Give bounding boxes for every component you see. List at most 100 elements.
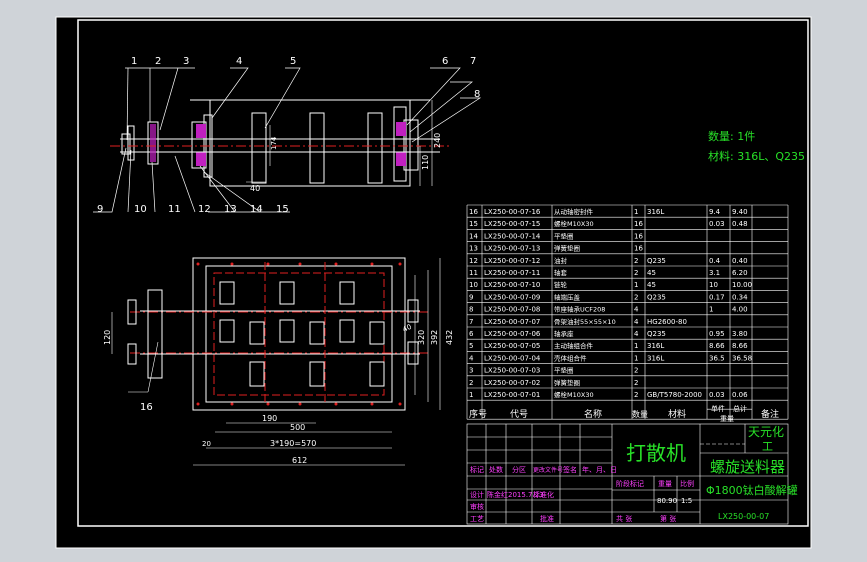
bom-cell-code: LX250-00-07-14	[484, 232, 541, 240]
bom-cell-w1: 36.5	[709, 354, 725, 362]
bom-cell-no: 16	[469, 208, 478, 216]
bom-cell-name: 轴端压盖	[554, 292, 581, 301]
bom-cell-code: LX250-00-07-03	[484, 367, 540, 375]
bom-cell-w2: 8.66	[732, 342, 748, 350]
dim-320: 320	[417, 330, 426, 345]
bom-cell-no: 4	[469, 354, 474, 362]
bom-cell-qty: 1	[634, 354, 638, 362]
dim-612: 612	[292, 456, 307, 465]
bom-cell-w2: 0.06	[732, 391, 748, 399]
leader-5: 5	[290, 56, 296, 67]
bom-cell-name: 骨架油封55×55×10	[554, 317, 616, 326]
bom-cell-no: 3	[469, 367, 473, 375]
bom-cell-qty: 1	[634, 281, 638, 289]
bom-cell-name: 壳体组合件	[554, 353, 587, 362]
leader-2: 2	[155, 56, 161, 67]
bom-cell-qty: 2	[634, 269, 638, 277]
assembly-name: Φ1800钛白酸解罐	[706, 483, 798, 497]
dim-392: 392	[430, 330, 439, 345]
material-note: 材料: 316L、Q235	[708, 149, 805, 163]
company-line2: 工	[762, 440, 773, 453]
bom-h-code: 代号	[510, 409, 528, 420]
drawing-number: LX250-00-07	[718, 512, 769, 521]
bom-cell-mat: 316L	[647, 208, 664, 216]
bom-cell-no: 8	[469, 306, 473, 314]
bom-cell-code: LX250-00-07-05	[484, 342, 540, 350]
bom-cell-name: 油封	[554, 256, 568, 265]
bom-cell-mat: Q235	[647, 293, 666, 301]
bom-cell-mat: Q235	[647, 257, 666, 265]
bom-h-wtotal: 总计	[733, 404, 747, 413]
tb-mark: 标记	[470, 465, 484, 474]
bom-cell-code: LX250-00-07-04	[484, 354, 541, 362]
bom-cell-code: LX250-00-07-06	[484, 330, 541, 338]
tb-stage: 阶段标记	[616, 479, 644, 488]
bom-cell-w2: 0.40	[732, 257, 748, 265]
leader-3: 3	[183, 56, 189, 67]
dim-500: 500	[290, 423, 305, 432]
bom-cell-w1: 10	[709, 281, 718, 289]
bom-cell-qty: 2	[634, 379, 638, 387]
bom-cell-name: 从动轴密封件	[554, 207, 594, 216]
bom-cell-name: 平垫圈	[554, 231, 574, 240]
bom-h-weight: 重量	[720, 415, 734, 423]
bom-cell-code: LX250-00-07-16	[484, 208, 541, 216]
bom-cell-mat: 45	[647, 281, 656, 289]
leader-12: 12	[198, 204, 211, 215]
bom-h-name: 名称	[584, 408, 602, 420]
bom-cell-no: 12	[469, 257, 478, 265]
dim-432: 432	[445, 330, 454, 345]
bom-cell-qty: 2	[634, 391, 638, 399]
bom-cell-w1: 0.03	[709, 391, 725, 399]
bom-cell-qty: 2	[634, 367, 638, 375]
bom-h-mat: 材料	[668, 408, 686, 420]
bom-cell-no: 2	[469, 379, 473, 387]
dim-110: 110	[421, 155, 430, 170]
bom-cell-no: 15	[469, 220, 478, 228]
bom-cell-name: 弹簧垫圈	[554, 378, 580, 387]
bom-cell-name: 带座轴承UCF208	[554, 305, 605, 314]
leader-16: 16	[140, 402, 153, 413]
part-name: 螺旋送料器	[710, 458, 785, 476]
bom-cell-w1: 9.4	[709, 208, 721, 216]
cad-viewport[interactable]: 240 110 40 174 1 2 3 4 5 6 7 8 9 10 11 1…	[0, 0, 867, 562]
bom-cell-name: 螺栓M10X30	[554, 219, 594, 228]
dim-3x190: 3*190=570	[270, 439, 316, 448]
bom-cell-qty: 4	[634, 306, 639, 314]
bom-cell-no: 9	[469, 293, 473, 301]
tb-count: 处数	[489, 465, 503, 474]
dim-20: 20	[202, 440, 211, 448]
bom-cell-name: 轴承座	[554, 329, 574, 338]
leader-1: 1	[131, 56, 137, 67]
bom-cell-w2: 0.34	[732, 293, 748, 301]
tb-standard: 标准化	[533, 490, 554, 499]
bom-cell-mat: HG2600-80	[647, 318, 687, 326]
tb-scale-val: 1:5	[681, 497, 692, 505]
bom-cell-no: 13	[469, 245, 478, 253]
tb-date: 年、月、日	[582, 465, 617, 474]
bom-cell-name: 弹簧垫圈	[554, 244, 580, 253]
leader-7: 7	[470, 56, 476, 67]
tb-designer: 陈金红	[487, 490, 508, 499]
bom-cell-qty: 4	[634, 318, 639, 326]
bom-cell-name: 链轮	[554, 280, 568, 289]
cad-drawing: 240 110 40 174 1 2 3 4 5 6 7 8 9 10 11 1…	[55, 16, 812, 549]
bom-cell-code: LX250-00-07-08	[484, 306, 540, 314]
bom-cell-mat: 45	[647, 269, 656, 277]
tb-weight-val: 80.90	[657, 497, 677, 505]
dim-240: 240	[433, 133, 442, 148]
bom-cell-no: 11	[469, 269, 478, 277]
bom-cell-w2: 3.80	[732, 330, 748, 338]
tb-craft: 工艺	[470, 515, 484, 523]
bom-h-no: 序号	[469, 408, 487, 420]
bom-row: 7 LX250-00-07-07 骨架油封55×55×10 4 HG2600-80	[469, 317, 687, 326]
leader-10: 10	[134, 204, 147, 215]
tb-scale: 比例	[680, 479, 694, 488]
bom-cell-mat: 316L	[647, 354, 664, 362]
dim-190: 190	[262, 414, 277, 423]
bom-h-remark: 备注	[761, 408, 779, 420]
tb-review: 审核	[470, 502, 484, 511]
bom-cell-name: 平垫圈	[554, 366, 574, 375]
bom-cell-qty: 1	[634, 342, 638, 350]
bom-cell-code: LX250-00-07-12	[484, 257, 540, 265]
